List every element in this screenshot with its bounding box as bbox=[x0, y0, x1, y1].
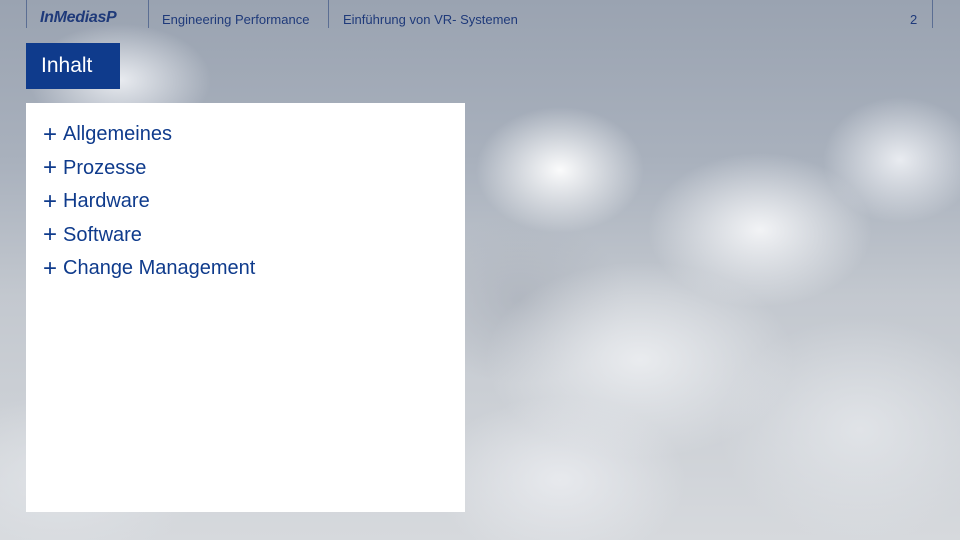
header-divider bbox=[328, 0, 329, 28]
agenda-item-allgemeines[interactable]: + Allgemeines bbox=[40, 118, 255, 152]
agenda-item-hardware[interactable]: + Hardware bbox=[40, 185, 255, 219]
plus-icon: + bbox=[42, 221, 57, 249]
agenda-item-software[interactable]: + Software bbox=[40, 219, 255, 253]
header-divider bbox=[26, 0, 27, 28]
agenda-item-prozesse[interactable]: + Prozesse bbox=[40, 152, 255, 186]
plus-icon: + bbox=[42, 154, 57, 182]
plus-icon: + bbox=[42, 254, 57, 282]
header-section: Engineering Performance bbox=[162, 12, 310, 27]
inmediasp-logo: InMediasP bbox=[40, 9, 117, 26]
agenda-list: + Allgemeines + Prozesse + Hardware + So… bbox=[40, 118, 255, 286]
slide-title: Inhalt bbox=[26, 43, 120, 89]
header-divider bbox=[148, 0, 149, 28]
agenda-item-label: Software bbox=[63, 223, 142, 246]
agenda-item-label: Allgemeines bbox=[63, 123, 172, 146]
agenda-item-label: Change Management bbox=[63, 257, 256, 280]
page-number: 2 bbox=[910, 12, 918, 27]
agenda-item-label: Hardware bbox=[63, 190, 150, 213]
header-divider bbox=[932, 0, 933, 28]
header-subtitle: Einführung von VR- Systemen bbox=[343, 12, 518, 27]
plus-icon: + bbox=[42, 120, 57, 148]
agenda-item-change-management[interactable]: + Change Management bbox=[40, 252, 255, 286]
agenda-item-label: Prozesse bbox=[63, 156, 147, 179]
plus-icon: + bbox=[42, 187, 57, 215]
slide-header: InMediasP Engineering Performance Einfüh… bbox=[0, 0, 960, 40]
